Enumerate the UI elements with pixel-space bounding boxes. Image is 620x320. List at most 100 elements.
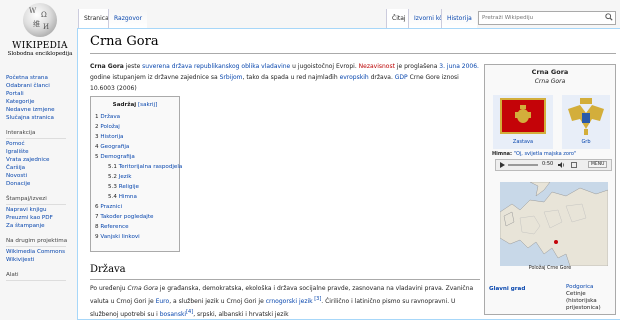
toc-link[interactable]: Geografija — [100, 144, 129, 150]
toc-number: 8 — [95, 224, 99, 230]
toc-link[interactable]: Položaj — [100, 124, 120, 130]
sidebar-item-community[interactable]: Vrata zajednice — [6, 156, 76, 164]
flag-caption[interactable]: Zastava — [513, 139, 533, 145]
sidebar-item-news[interactable]: Novosti — [6, 172, 76, 180]
toc-link[interactable]: Historija — [100, 134, 123, 140]
capital-note: Cetinje (historijska prijestonica) — [566, 291, 601, 311]
lead-text: država. — [368, 74, 395, 81]
link-gdp[interactable]: GDP — [395, 74, 408, 81]
link-european[interactable]: evropskih — [340, 74, 369, 81]
search-box — [478, 11, 616, 25]
toc-subitem[interactable]: 5.3 Religije — [95, 182, 179, 192]
seek-bar[interactable] — [508, 164, 538, 166]
sidebar: Početna strana Odabrani članci Portali K… — [6, 74, 76, 282]
sidebar-item-recent-changes[interactable]: Nedavne izmjene — [6, 106, 76, 114]
link-sovereign-state[interactable]: suverena država republikanskog oblika vl… — [142, 63, 290, 70]
sidebar-heading-print: Štampaj/izvezi — [6, 196, 47, 202]
toc-item[interactable]: 9 Vanjski linkovi — [95, 232, 179, 242]
toc-link[interactable]: Država — [100, 114, 120, 120]
toc-item[interactable]: 1 Država — [95, 112, 179, 122]
lead-text: u jugoistočnoj Evropi. — [290, 63, 359, 70]
toc-link[interactable]: Također pogledajte — [100, 214, 153, 220]
location-map[interactable] — [499, 181, 609, 267]
toc-link[interactable]: Demografija — [100, 154, 134, 160]
sidebar-item-commons[interactable]: Wikimedia Commons — [6, 248, 76, 256]
sidebar-item-random[interactable]: Slučajna stranica — [6, 114, 76, 122]
search-input[interactable] — [479, 12, 602, 24]
play-icon[interactable] — [499, 162, 505, 168]
search-icon[interactable] — [605, 13, 613, 21]
toc-item[interactable]: 4 Geografija — [95, 142, 179, 152]
toc-item[interactable]: 8 Reference — [95, 222, 179, 232]
coat-of-arms-icon[interactable] — [562, 95, 610, 139]
sidebar-item-sandbox[interactable]: Igralište — [6, 148, 76, 156]
sidebar-item-wikinews[interactable]: Wikivijesti — [6, 256, 76, 264]
toc-item[interactable]: 5 Demografija — [95, 152, 179, 162]
toc-link[interactable]: Religije — [119, 184, 139, 190]
link-independence[interactable]: Nezavisnost — [359, 63, 395, 70]
link-podgorica[interactable]: Podgorica — [566, 284, 593, 290]
toc-link[interactable]: Teritorijalna raspodjela — [119, 164, 183, 170]
lead-paragraph: Crna Gora jeste suverena država republik… — [90, 61, 480, 94]
audio-player: 0:50 MENU — [495, 159, 612, 171]
menu-button[interactable]: MENU — [588, 161, 608, 168]
hymn-link[interactable]: "Oj, svijetla majska zoro" — [514, 151, 577, 157]
expand-icon[interactable] — [571, 162, 577, 168]
section-heading: Država — [90, 264, 126, 275]
toc-number: 4 — [95, 144, 99, 150]
toc-link[interactable]: Vanjski linkovi — [100, 234, 139, 240]
toc-subitem[interactable]: 5.4 Himna — [95, 192, 179, 202]
sidebar-item-donate[interactable]: Donacije — [6, 180, 76, 188]
toc-item[interactable]: 3 Historija — [95, 132, 179, 142]
link-date[interactable]: 3. juna 2006. — [439, 63, 479, 70]
toc-subitem[interactable]: 5.2 Jezik — [95, 172, 179, 182]
toc-link[interactable]: Praznici — [100, 204, 122, 210]
toc-item[interactable]: 6 Praznici — [95, 202, 179, 212]
flag-of-montenegro[interactable] — [493, 95, 553, 139]
sidebar-item-create-book[interactable]: Napravi knjigu — [6, 206, 76, 214]
time-display: 0:50 — [542, 161, 554, 167]
toc-number: 1 — [95, 114, 99, 120]
sidebar-item-main-page[interactable]: Početna strana — [6, 74, 76, 82]
link-bosnian[interactable]: bosanski — [160, 311, 186, 318]
toc-item[interactable]: 7 Također pogledajte — [95, 212, 179, 222]
sidebar-item-categories[interactable]: Kategorije — [6, 98, 76, 106]
capital-label[interactable]: Glavni grad — [489, 286, 525, 292]
link-euro[interactable]: Euro — [156, 298, 170, 305]
reference-link[interactable]: [3] — [313, 296, 321, 302]
sidebar-item-portals[interactable]: Portali — [6, 90, 76, 98]
toc-link[interactable]: Reference — [100, 224, 128, 230]
lead-text: jeste — [123, 63, 143, 70]
toc-link[interactable]: Jezik — [119, 174, 132, 180]
sidebar-item-printable[interactable]: Za štampanje — [6, 222, 76, 230]
volume-icon[interactable] — [558, 162, 565, 168]
sidebar-item-help[interactable]: Pomoć — [6, 140, 76, 148]
infobox-title: Crna Gora — [531, 68, 569, 76]
tab-history[interactable]: Historija — [441, 9, 477, 28]
link-montenegrin-language[interactable]: crnogorski jezik — [266, 298, 313, 305]
coa-caption[interactable]: Grb — [581, 139, 590, 145]
sidebar-item-village-pump[interactable]: Čaršija — [6, 164, 76, 172]
toc-toggle[interactable]: [sakrij] — [138, 102, 157, 108]
montenegro-marker — [554, 240, 558, 244]
tab-talk[interactable]: Razgovor — [108, 9, 148, 28]
para-text: , a službeni jezik u Crnoj Gori je — [169, 298, 266, 305]
tab-read[interactable]: Čitaj — [386, 9, 411, 28]
lead-text: godine istupanjem iz državne zajednice s… — [90, 74, 220, 81]
lead-text: je proglašena — [394, 63, 440, 70]
toc-subitem[interactable]: 5.1 Teritorijalna raspodjela — [95, 162, 182, 172]
hymn-row: Himna: "Oj, svijetla majska zoro" — [492, 151, 614, 157]
toc-item[interactable]: 2 Položaj — [95, 122, 179, 132]
toc-link[interactable]: Himna — [119, 194, 137, 200]
toc-number: 5.1 — [108, 164, 117, 170]
link-serbia[interactable]: Srbijom — [220, 74, 243, 81]
section-paragraph: Po uređenju Crna Gora je građanska, demo… — [90, 284, 482, 320]
lead-text: , tako da spada u red najmlađih — [242, 74, 340, 81]
divider — [6, 280, 66, 281]
capital-value: Podgorica Cetinje (historijska prijestoni… — [566, 284, 618, 312]
toc-number: 3 — [95, 134, 99, 140]
sidebar-item-featured[interactable]: Odabrani članci — [6, 82, 76, 90]
para-text: Po uređenju — [90, 285, 128, 292]
sidebar-item-pdf[interactable]: Preuzmi kao PDF — [6, 214, 76, 222]
wikipedia-logo[interactable]: WΩ维И Wikipedia Slobodna enciklopedija — [5, 2, 75, 62]
